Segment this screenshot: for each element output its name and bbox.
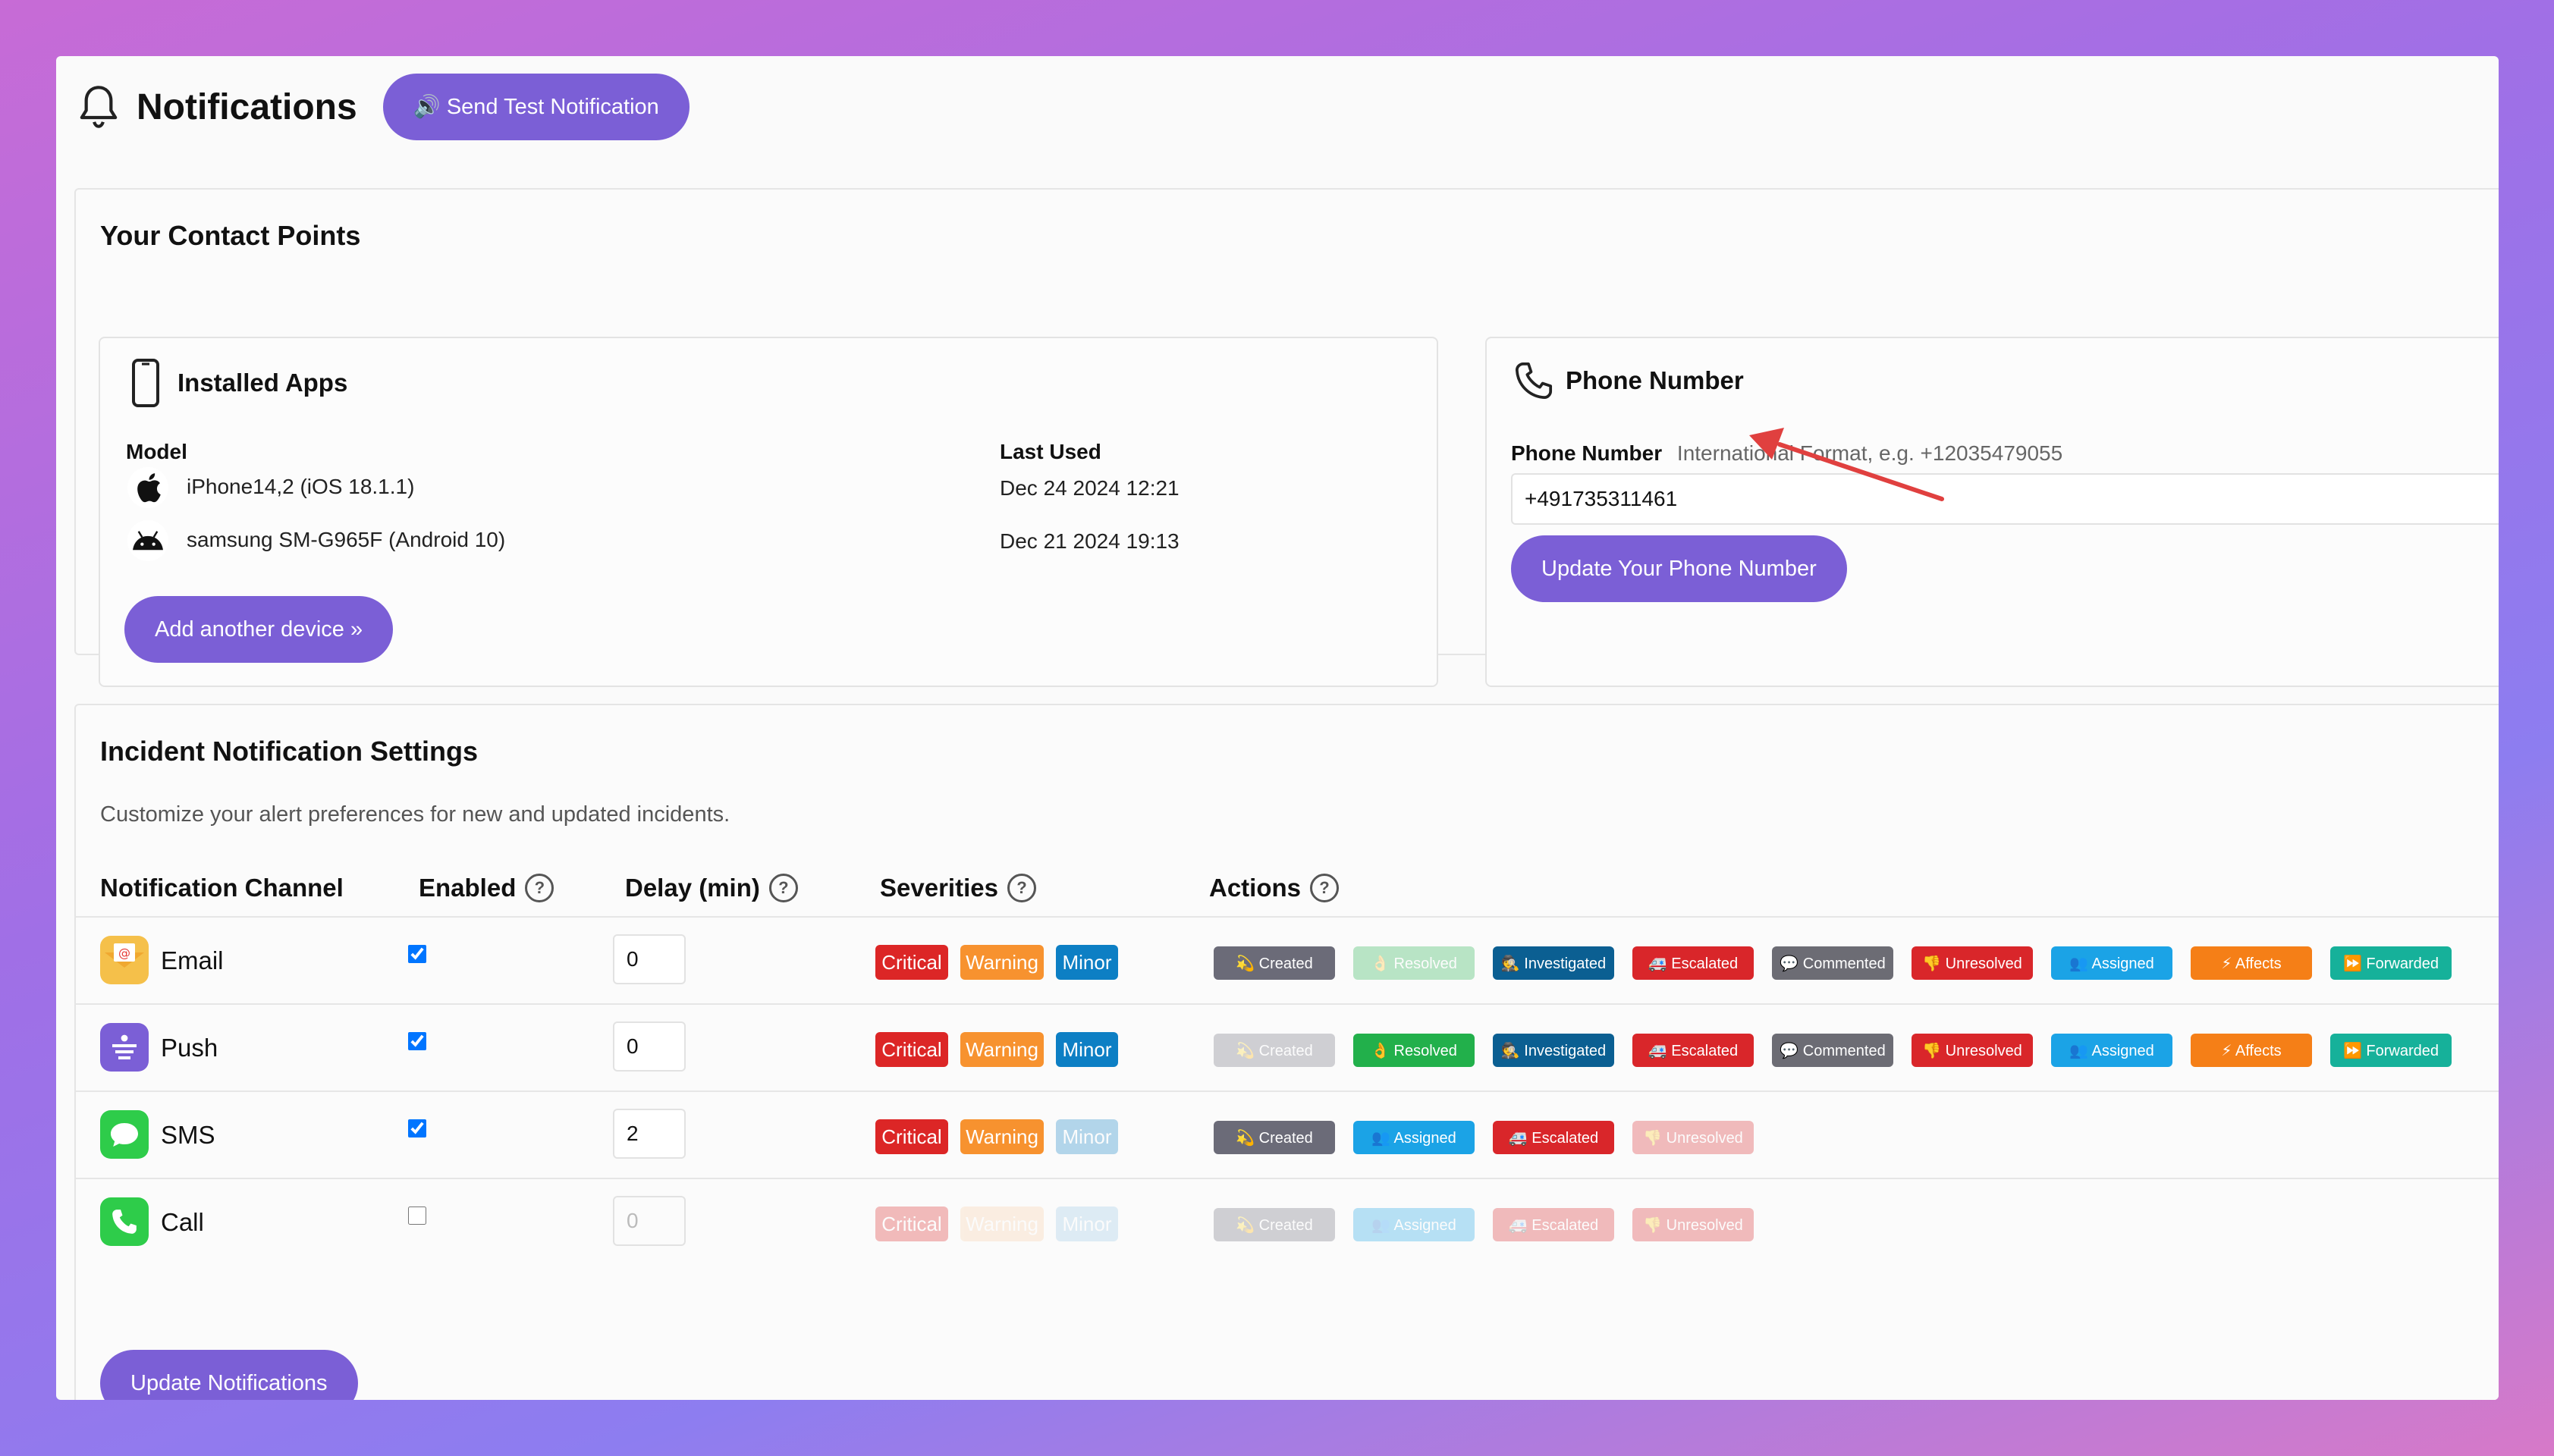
push-enabled-checkbox[interactable] xyxy=(408,1032,426,1050)
phone-handset-icon xyxy=(100,1197,149,1246)
call-enabled-checkbox[interactable] xyxy=(408,1207,426,1225)
severity-minor-toggle[interactable]: Minor xyxy=(1056,1119,1118,1154)
help-icon[interactable]: ? xyxy=(525,874,554,902)
action-unresolved-toggle[interactable]: 👎 Unresolved xyxy=(1632,1121,1754,1154)
action-escalated-toggle[interactable]: 🚑 Escalated xyxy=(1493,1208,1614,1241)
channel-name: Email xyxy=(161,946,224,974)
severity-critical-toggle[interactable]: Critical xyxy=(875,945,948,980)
help-icon[interactable]: ? xyxy=(1310,874,1340,902)
action-investigated-toggle[interactable]: 🕵 Investigated xyxy=(1493,1034,1614,1067)
severity-warning-toggle[interactable]: Warning xyxy=(960,945,1044,980)
action-forwarded-toggle[interactable]: ⏩ Forwarded xyxy=(2330,1034,2452,1067)
update-notifications-button[interactable]: Update Notifications xyxy=(100,1350,358,1400)
action-created-toggle[interactable]: 💫 Created xyxy=(1214,1208,1335,1241)
chat-bubble-icon xyxy=(100,1110,149,1159)
help-icon[interactable]: ? xyxy=(1007,874,1036,902)
action-affects-toggle[interactable]: ⚡ Affects xyxy=(2191,1034,2312,1067)
action-assigned-toggle[interactable]: 👥 Assigned xyxy=(1353,1208,1475,1241)
action-investigated-toggle[interactable]: 🕵 Investigated xyxy=(1493,946,1614,980)
enabled-column-header: Enabled? xyxy=(419,874,554,902)
incident-settings-description: Customize your alert preferences for new… xyxy=(100,802,730,827)
delay-column-header: Delay (min)? xyxy=(625,874,798,902)
action-unresolved-toggle[interactable]: 👎 Unresolved xyxy=(1632,1208,1754,1241)
channel-row-call: Call Critical Warning Minor 💫 Created 👥 … xyxy=(76,1178,2499,1265)
severity-warning-toggle[interactable]: Warning xyxy=(960,1207,1044,1241)
incident-settings-card: Incident Notification Settings Customize… xyxy=(74,704,2499,1400)
action-unresolved-toggle[interactable]: 👎 Unresolved xyxy=(1912,1034,2033,1067)
severity-critical-toggle[interactable]: Critical xyxy=(875,1032,948,1067)
action-forwarded-toggle[interactable]: ⏩ Forwarded xyxy=(2330,946,2452,980)
channel-name: Call xyxy=(161,1208,204,1236)
action-unresolved-toggle[interactable]: 👎 Unresolved xyxy=(1912,946,2033,980)
action-escalated-toggle[interactable]: 🚑 Escalated xyxy=(1493,1121,1614,1154)
actions-column-header: Actions? xyxy=(1209,874,1340,902)
action-created-toggle[interactable]: 💫 Created xyxy=(1214,946,1335,980)
action-assigned-toggle[interactable]: 👥 Assigned xyxy=(2051,1034,2172,1067)
action-escalated-toggle[interactable]: 🚑 Escalated xyxy=(1632,946,1754,980)
sms-enabled-checkbox[interactable] xyxy=(408,1119,426,1138)
channel-column-header: Notification Channel xyxy=(100,874,344,902)
action-affects-toggle[interactable]: ⚡ Affects xyxy=(2191,946,2312,980)
help-icon[interactable]: ? xyxy=(768,874,798,902)
push-delay-input[interactable] xyxy=(613,1021,686,1072)
channel-name: SMS xyxy=(161,1121,215,1149)
channel-name: Push xyxy=(161,1034,218,1062)
notifications-window: Notifications 🔊 Send Test Notification Y… xyxy=(56,56,2499,1400)
severity-critical-toggle[interactable]: Critical xyxy=(875,1119,948,1154)
action-created-toggle[interactable]: 💫 Created xyxy=(1214,1034,1335,1067)
action-assigned-toggle[interactable]: 👥 Assigned xyxy=(2051,946,2172,980)
channel-row-email: @ Email Critical Warning Minor 💫 Created… xyxy=(76,916,2499,1003)
action-commented-toggle[interactable]: 💬 Commented xyxy=(1772,1034,1893,1067)
severity-minor-toggle[interactable]: Minor xyxy=(1056,945,1118,980)
incident-settings-title: Incident Notification Settings xyxy=(100,736,479,767)
action-commented-toggle[interactable]: 💬 Commented xyxy=(1772,946,1893,980)
channel-row-sms: SMS Critical Warning Minor 💫 Created 👥 A… xyxy=(76,1090,2499,1178)
call-delay-input[interactable] xyxy=(613,1196,686,1246)
action-created-toggle[interactable]: 💫 Created xyxy=(1214,1121,1335,1154)
severities-column-header: Severities? xyxy=(880,874,1036,902)
svg-text:@: @ xyxy=(118,946,130,960)
severity-critical-toggle[interactable]: Critical xyxy=(875,1207,948,1241)
channel-row-push: Push Critical Warning Minor 💫 Created 👌 … xyxy=(76,1003,2499,1090)
action-escalated-toggle[interactable]: 🚑 Escalated xyxy=(1632,1034,1754,1067)
email-delay-input[interactable] xyxy=(613,934,686,984)
severity-minor-toggle[interactable]: Minor xyxy=(1056,1207,1118,1241)
sms-delay-input[interactable] xyxy=(613,1109,686,1159)
severity-warning-toggle[interactable]: Warning xyxy=(960,1032,1044,1067)
email-enabled-checkbox[interactable] xyxy=(408,945,426,963)
action-assigned-toggle[interactable]: 👥 Assigned xyxy=(1353,1121,1475,1154)
severity-warning-toggle[interactable]: Warning xyxy=(960,1119,1044,1154)
action-resolved-toggle[interactable]: 👌 Resolved xyxy=(1353,1034,1475,1067)
push-notification-icon xyxy=(100,1023,149,1072)
action-resolved-toggle[interactable]: 👌 Resolved xyxy=(1353,946,1475,980)
envelope-icon: @ xyxy=(100,936,149,984)
severity-minor-toggle[interactable]: Minor xyxy=(1056,1032,1118,1067)
